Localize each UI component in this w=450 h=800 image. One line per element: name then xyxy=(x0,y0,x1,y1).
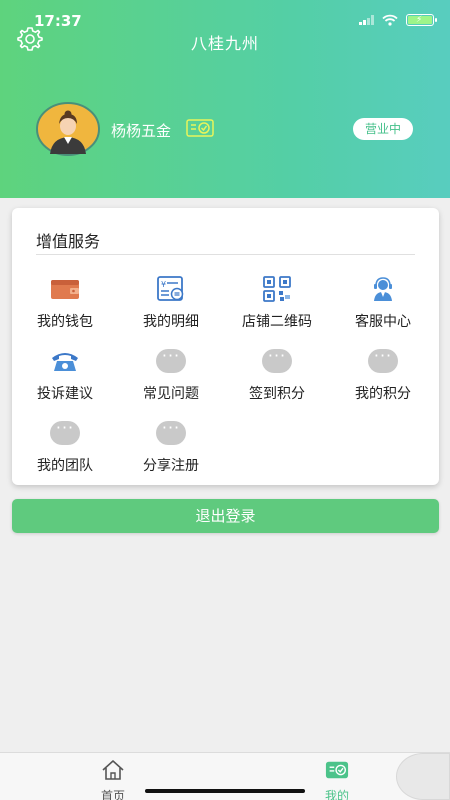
home-indicator xyxy=(145,789,305,793)
tab-home-label: 首页 xyxy=(100,789,125,800)
service-item-wallet[interactable]: 我的钱包 xyxy=(12,276,118,331)
service-item-faq[interactable]: 常见问题 xyxy=(118,346,224,403)
more-dots-icon xyxy=(262,346,292,373)
tab-mine[interactable]: 我的 xyxy=(307,759,367,800)
floating-assistive-button[interactable] xyxy=(396,753,450,800)
services-title: 增值服务 xyxy=(36,232,101,251)
service-item-my-points[interactable]: 我的积分 xyxy=(330,346,436,403)
profile-header: 17:37 ⚡ 八桂九州 杨杨五金 营业中 xyxy=(0,0,450,198)
wifi-icon xyxy=(382,14,398,26)
svg-text:¥: ¥ xyxy=(161,280,166,289)
ledger-icon: ¥ xyxy=(157,276,184,301)
qrcode-icon xyxy=(263,276,291,302)
service-label: 我的积分 xyxy=(355,386,411,402)
tab-home[interactable]: 首页 xyxy=(83,759,143,800)
service-label: 分享注册 xyxy=(143,458,199,474)
service-label: 常见问题 xyxy=(143,386,199,402)
business-status-badge: 营业中 xyxy=(353,118,413,140)
avatar[interactable] xyxy=(36,102,100,156)
merchant-badge-icon xyxy=(186,119,214,137)
more-dots-icon xyxy=(50,418,80,445)
service-label: 签到积分 xyxy=(249,386,305,402)
battery-icon: ⚡ xyxy=(406,14,437,26)
value-added-services-card: 增值服务 我的钱包 ¥ 我的明细 店铺二维码 客服中心 投诉建议 ··· 常见问… xyxy=(12,208,439,485)
customer-service-icon xyxy=(374,277,392,301)
service-label: 店铺二维码 xyxy=(242,314,312,330)
service-label: 我的钱包 xyxy=(37,314,93,330)
service-label: 投诉建议 xyxy=(37,386,93,402)
more-dots-icon xyxy=(368,346,398,373)
service-item-shop-qrcode[interactable]: 店铺二维码 xyxy=(224,276,330,331)
logout-button[interactable]: 退出登录 xyxy=(12,499,439,533)
signal-icon xyxy=(359,15,374,25)
service-label: 客服中心 xyxy=(355,314,411,330)
service-item-checkin-points[interactable]: 签到积分 xyxy=(224,346,330,403)
status-icons: ⚡ xyxy=(359,14,437,26)
telephone-icon xyxy=(52,353,78,371)
service-item-complaints[interactable]: 投诉建议 xyxy=(12,348,118,403)
service-label: 我的明细 xyxy=(143,314,199,330)
divider xyxy=(36,254,415,255)
shop-name: 杨杨五金 xyxy=(111,122,172,140)
wallet-icon xyxy=(51,280,79,299)
service-item-my-team[interactable]: 我的团队 xyxy=(12,418,118,475)
more-dots-icon xyxy=(156,418,186,445)
page-title: 八桂九州 xyxy=(190,34,259,53)
home-icon xyxy=(102,760,124,780)
service-label: 我的团队 xyxy=(37,458,93,474)
service-item-customer-service[interactable]: 客服中心 xyxy=(330,276,436,331)
mine-card-icon xyxy=(325,761,349,779)
more-dots-icon xyxy=(156,346,186,373)
service-item-share-register[interactable]: 分享注册 xyxy=(118,418,224,475)
tab-mine-label: 我的 xyxy=(324,789,349,800)
service-item-details[interactable]: ¥ 我的明细 xyxy=(118,276,224,331)
